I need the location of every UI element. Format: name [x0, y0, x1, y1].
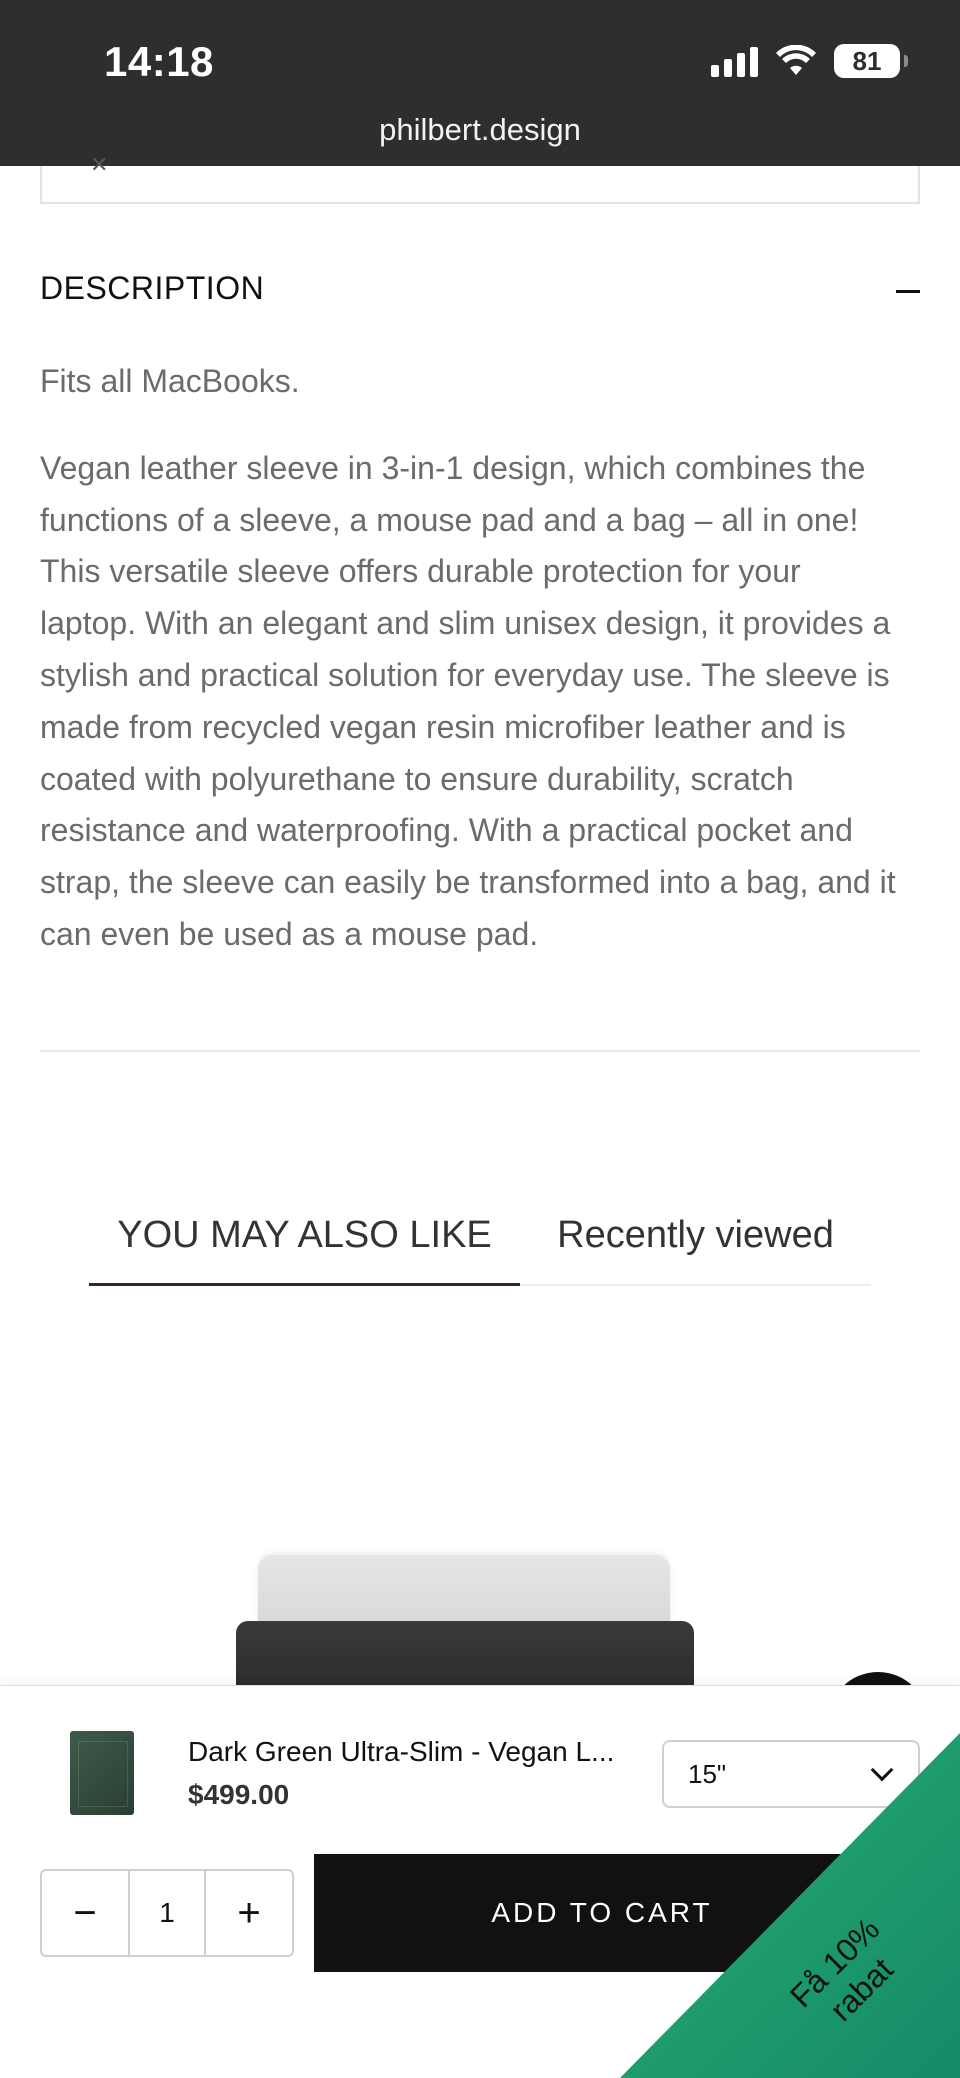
minus-icon[interactable] — [896, 290, 920, 293]
description-paragraph: Fits all MacBooks. — [40, 363, 300, 399]
status-icons: 81 — [711, 44, 908, 78]
cellular-signal-icon — [711, 45, 758, 77]
battery-icon: 81 — [834, 44, 908, 78]
product-name: Dark Green Ultra-Slim - Vegan L... — [188, 1736, 615, 1767]
quantity-stepper: − 1 + — [40, 1869, 294, 1957]
previous-section-card: ✕ — [40, 152, 920, 204]
tab-recently-viewed[interactable]: Recently viewed — [520, 1200, 871, 1286]
discount-badge[interactable]: Få 10% rabat — [620, 1733, 960, 2078]
tab-you-may-also-like[interactable]: YOU MAY ALSO LIKE — [89, 1200, 520, 1286]
quantity-value[interactable]: 1 — [128, 1871, 206, 1955]
description-title: DESCRIPTION — [40, 270, 265, 306]
status-time: 14:18 — [104, 38, 214, 85]
url-bar[interactable]: philbert.design — [0, 112, 960, 148]
product-thumbnail — [70, 1731, 134, 1815]
star-icon: ✕ — [90, 152, 109, 177]
recommendation-tabs: YOU MAY ALSO LIKE Recently viewed — [89, 1200, 871, 1286]
section-divider — [40, 1050, 920, 1052]
description-accordion-header[interactable]: DESCRIPTION — [40, 270, 920, 310]
browser-top-bar: 14:18 81 philbert.design — [0, 0, 960, 166]
recommended-product-image[interactable] — [230, 1555, 700, 1701]
description-body: Fits all MacBooks. Vegan leather sleeve … — [40, 356, 900, 961]
increase-quantity-button[interactable]: + — [206, 1871, 292, 1955]
wifi-icon — [776, 45, 816, 75]
sticky-add-to-cart-bar: Dark Green Ultra-Slim - Vegan L... $499.… — [0, 1685, 960, 2078]
product-price: $499.00 — [188, 1779, 290, 1810]
description-paragraph: Vegan leather sleeve in 3-in-1 design, w… — [40, 449, 896, 952]
decrease-quantity-button[interactable]: − — [42, 1871, 128, 1955]
battery-level: 81 — [852, 45, 882, 76]
